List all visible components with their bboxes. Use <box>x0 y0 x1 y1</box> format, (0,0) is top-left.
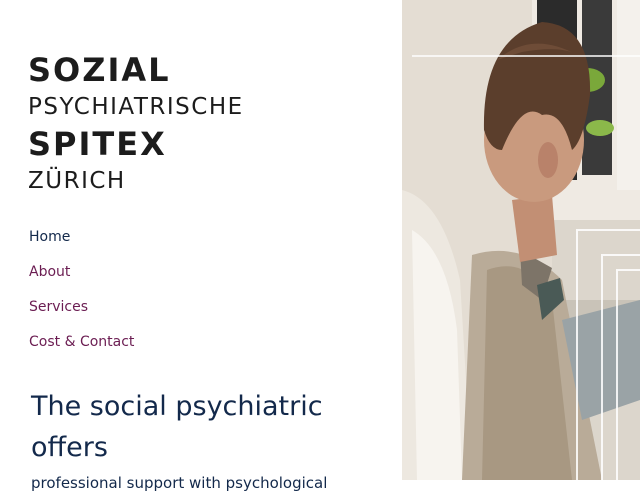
logo-line-zurich: ZÜRICH <box>28 168 126 194</box>
nav-item-services[interactable]: Services <box>29 298 134 333</box>
logo-line-spitex: SPITEX <box>28 125 167 163</box>
nav-item-about[interactable]: About <box>29 263 134 298</box>
logo-line-sozial: SOZIAL <box>28 51 171 89</box>
logo-line-psychiatrische: PSYCHIATRISCHE <box>28 94 244 120</box>
logo[interactable]: SOZIAL PSYCHIATRISCHE SPITEX ZÜRICH <box>28 52 244 200</box>
hero-heading: The social psychiatric offers <box>31 391 323 463</box>
hero-section: The social psychiatric offers profession… <box>31 386 371 492</box>
photo-illustration <box>402 0 640 480</box>
nav-item-cost-contact[interactable]: Cost & Contact <box>29 333 134 368</box>
hero-subtext: professional support with psychological <box>31 474 328 492</box>
nav-item-home[interactable]: Home <box>29 228 134 263</box>
main-navigation: Home About Services Cost & Contact <box>29 228 134 368</box>
hero-photo <box>402 0 640 480</box>
